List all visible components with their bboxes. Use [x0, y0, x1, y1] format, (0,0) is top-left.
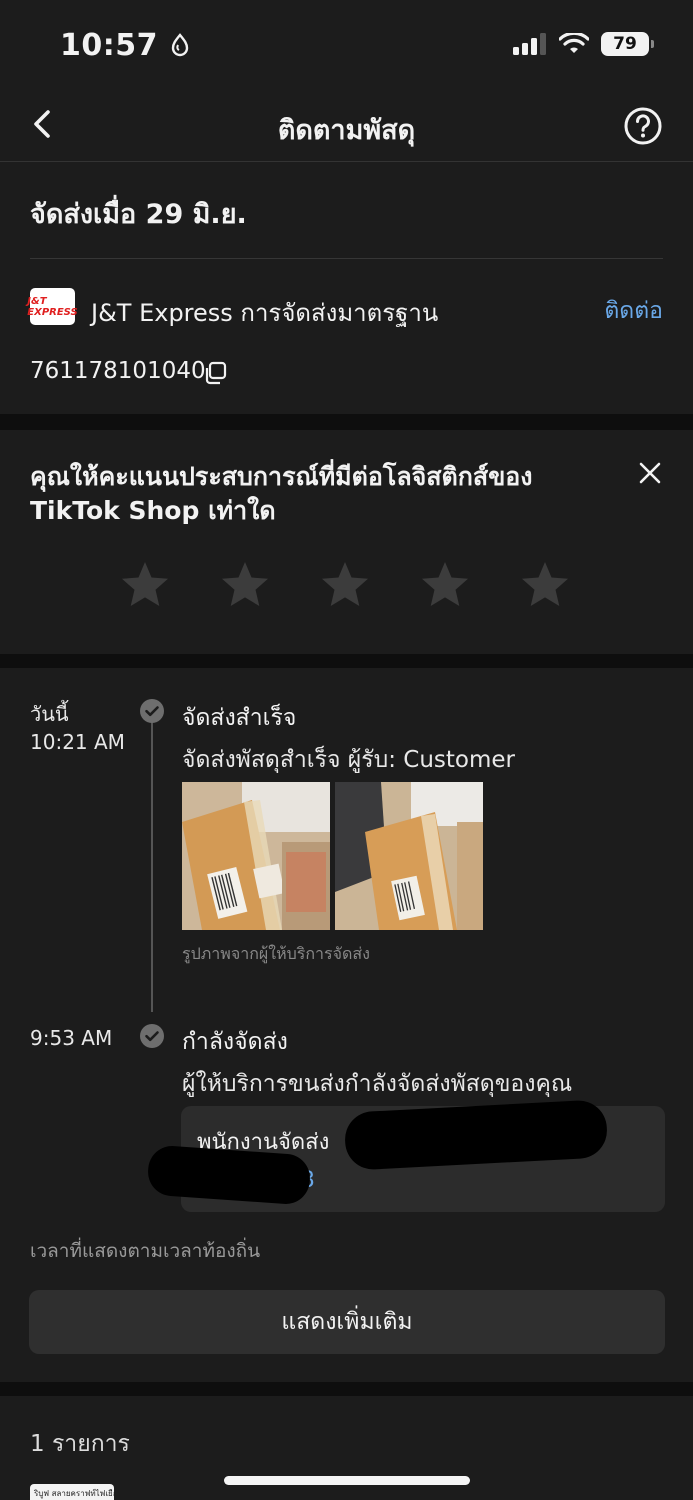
delivery-photo[interactable] — [182, 782, 330, 930]
status-bar: 10:57 79 — [0, 0, 693, 90]
event-time: 10:21 AM — [30, 730, 125, 754]
home-indicator — [224, 1476, 470, 1485]
rating-question: คุณให้คะแนนประสบการณ์ที่มีต่อโลจิสติกส์ข… — [30, 462, 533, 525]
event-day: วันนี้ — [30, 702, 69, 726]
copy-icon[interactable] — [203, 361, 227, 385]
tracking-number: 761178101040 — [30, 358, 206, 384]
star-icon[interactable] — [520, 560, 570, 610]
divider — [30, 258, 663, 259]
star-rating — [120, 560, 570, 610]
cellular-signal-icon — [513, 33, 546, 55]
star-icon[interactable] — [420, 560, 470, 610]
event-title: จัดส่งสำเร็จ — [182, 705, 297, 731]
delivery-photo[interactable] — [335, 782, 483, 930]
event-description: ผู้ให้บริการขนส่งกำลังจัดส่งพัสดุของคุณ — [182, 1071, 573, 1097]
star-icon[interactable] — [120, 560, 170, 610]
photo-caption: รูปภาพจากผู้ให้บริการจัดส่ง — [182, 944, 370, 963]
help-icon[interactable] — [623, 106, 663, 146]
check-circle-icon — [140, 1024, 164, 1048]
event-date: วันนี้ 10:21 AM — [30, 700, 125, 756]
battery-level: 79 — [613, 34, 637, 54]
event-time: 9:53 AM — [30, 1026, 113, 1050]
star-icon[interactable] — [220, 560, 270, 610]
item-thumbnail-text: ริบูฟ สลายคราฟท์ไฟเยือก — [34, 1489, 114, 1498]
status-icons: 79 — [513, 32, 654, 56]
timezone-note: เวลาที่แสดงตามเวลาท้องถิ่น — [30, 1240, 261, 1262]
item-thumbnail[interactable]: ริบูฟ สลายคราฟท์ไฟเยือก — [30, 1484, 114, 1500]
carrier-logo: J&T EXPRESS — [27, 288, 78, 325]
event-description: จัดส่งพัสดุสำเร็จ ผู้รับ: Customer — [182, 747, 515, 773]
page-title: ติดตามพัสดุ — [277, 115, 416, 146]
ship-date: จัดส่งเมื่อ 29 มิ.ย. — [30, 199, 247, 230]
close-icon[interactable] — [637, 460, 663, 486]
items-count: 1 รายการ — [30, 1431, 130, 1457]
star-icon[interactable] — [320, 560, 370, 610]
carrier-logo-text: J&T EXPRESS — [27, 295, 78, 318]
timeline-line — [151, 712, 153, 1012]
battery-indicator: 79 — [601, 32, 654, 56]
nav-bar: ติดตามพัสดุ — [0, 90, 693, 162]
event-date: 9:53 AM — [30, 1024, 112, 1052]
rating-card: คุณให้คะแนนประสบการณ์ที่มีต่อโลจิสติกส์ข… — [0, 430, 693, 654]
status-time: 10:57 — [60, 28, 191, 63]
clock-text: 10:57 — [60, 28, 158, 63]
wifi-icon — [559, 33, 589, 53]
show-more-button[interactable]: แสดงเพิ่มเติม — [29, 1290, 665, 1354]
tracking-timeline-card: วันนี้ 10:21 AM จัดส่งสำเร็จ จัดส่งพัสดุ… — [0, 668, 693, 1382]
shipment-card: จัดส่งเมื่อ 29 มิ.ย. J&T EXPRESS J&T Exp… — [0, 162, 693, 414]
contact-link[interactable]: ติดต่อ — [604, 293, 663, 329]
carrier-name: J&T Express การจัดส่งมาตรฐาน — [91, 299, 439, 327]
check-circle-icon — [140, 699, 164, 723]
event-title: กำลังจัดส่ง — [182, 1029, 288, 1055]
focus-moon-icon — [171, 33, 189, 57]
